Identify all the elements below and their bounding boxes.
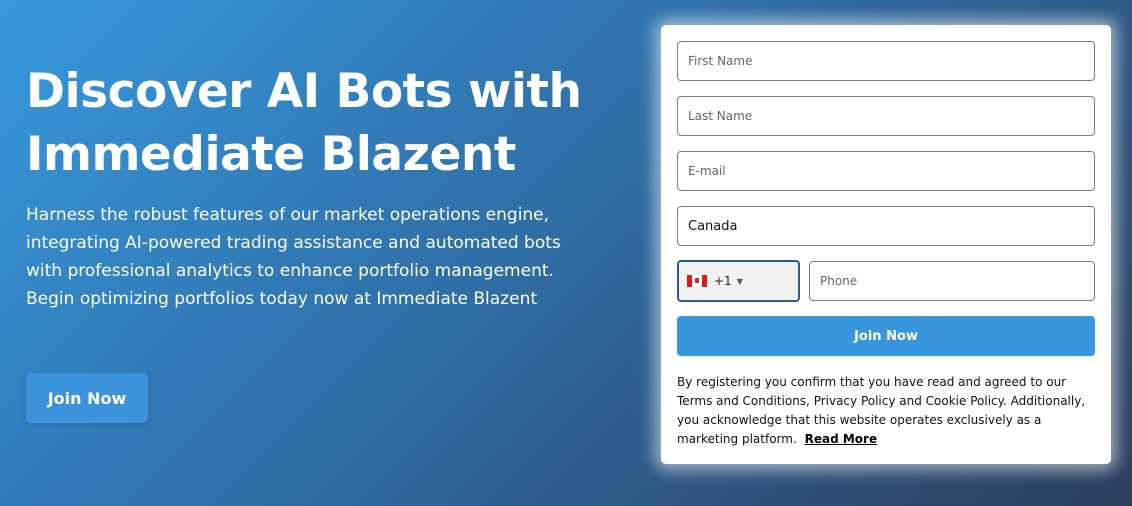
hero-description: Harness the robust features of our marke… — [26, 205, 561, 309]
email-input[interactable] — [677, 151, 1095, 191]
hero-title: Discover AI Bots with Immediate Blazent — [26, 64, 582, 182]
phone-input[interactable] — [809, 261, 1095, 301]
dial-code-select[interactable]: +1 ▼ — [677, 260, 800, 302]
caret-down-icon: ▼ — [736, 276, 743, 286]
hero-join-button[interactable]: Join Now — [26, 373, 148, 423]
country-value: Canada — [688, 218, 738, 234]
dial-code: +1 — [714, 274, 732, 288]
first-name-input[interactable] — [677, 41, 1095, 81]
submit-join-button[interactable]: Join Now — [677, 316, 1095, 356]
canada-flag-icon — [687, 275, 707, 287]
disclaimer: By registering you confirm that you have… — [677, 373, 1095, 449]
read-more-link[interactable]: Read More — [805, 432, 878, 446]
disclaimer-text: By registering you confirm that you have… — [677, 375, 1086, 446]
registration-form: Canada +1 ▼ Join Now By registering you … — [661, 25, 1111, 464]
last-name-input[interactable] — [677, 96, 1095, 136]
country-select[interactable]: Canada — [677, 206, 1095, 246]
